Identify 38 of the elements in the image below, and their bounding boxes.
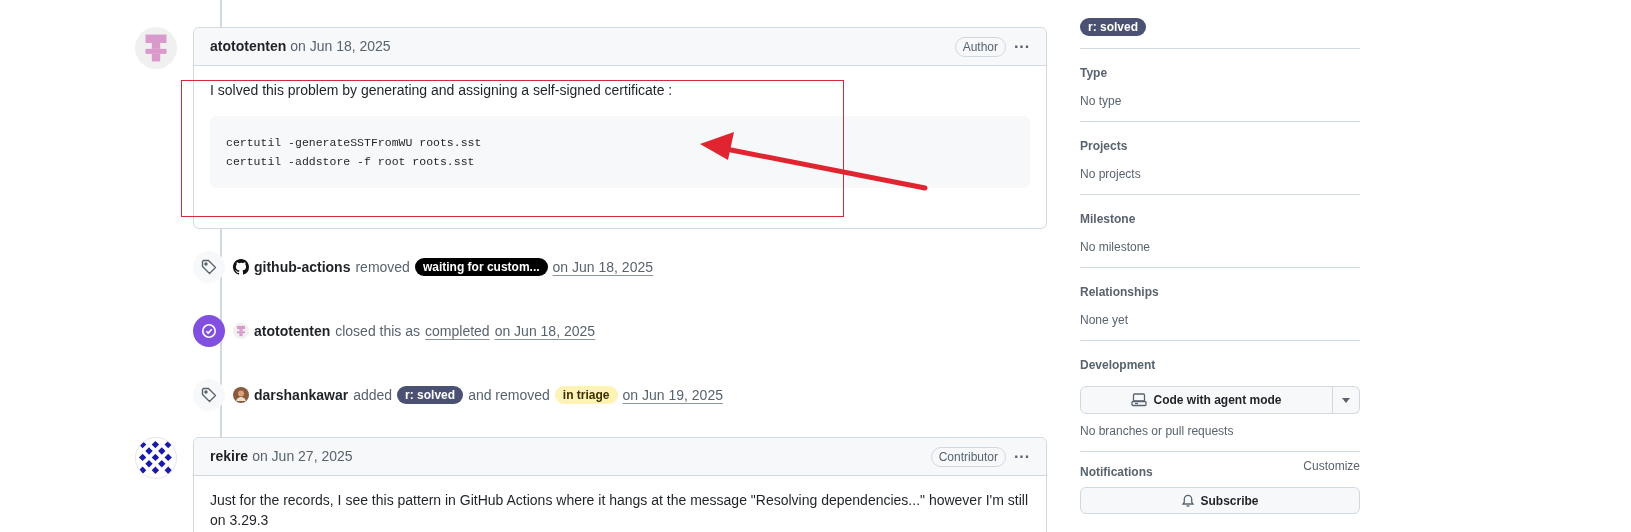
event-link[interactable]: on Jun 19, 2025 <box>622 384 723 406</box>
label-tag[interactable]: r: solved <box>1080 18 1146 36</box>
comment-text: Just for the records, I see this pattern in GitHub Actions where it hangs at the message "Resolving dependencies..." however I'm still on 3.29.3 <box>210 491 1030 530</box>
label-tag[interactable]: in triage <box>554 386 618 404</box>
comment-text: I solved this problem by generating and assigning a self-signed certificate : <box>210 81 674 100</box>
event-link[interactable]: on Jun 18, 2025 <box>552 256 653 278</box>
customize-link[interactable]: Customize <box>1303 457 1360 475</box>
more-options-button[interactable]: ··· <box>1014 38 1030 55</box>
user-name[interactable]: github-actions <box>254 256 351 278</box>
comment-date[interactable]: on Jun 18, 2025 <box>290 36 391 57</box>
event-link[interactable]: on Jun 18, 2025 <box>494 320 596 342</box>
author-name[interactable]: rekire <box>210 446 249 467</box>
label-tag[interactable]: waiting for custom... <box>414 258 548 276</box>
event-text: closed this as <box>335 321 421 341</box>
event-text: removed <box>355 257 410 277</box>
event-text: and removed <box>468 385 550 405</box>
user-name[interactable]: darshankawar <box>254 384 349 406</box>
subscribe-button[interactable]: Subscribe <box>1080 487 1360 514</box>
label-tag[interactable]: r: solved <box>397 386 464 404</box>
event-link[interactable]: completed <box>425 320 490 342</box>
section-value: No branches or pull requests <box>1080 423 1235 440</box>
section-title[interactable]: Relationships <box>1080 285 1159 299</box>
code-agent-button[interactable]: Code with agent mode <box>1080 386 1333 414</box>
section-value: No projects <box>1080 166 1142 183</box>
section-value: None yet <box>1080 312 1130 329</box>
author-name[interactable]: atototenten <box>210 36 287 57</box>
section-value: No milestone <box>1080 239 1152 256</box>
code-block: certutil -generateSSTFromWU roots.sst certutil -addstore -f root roots.sst <box>210 116 1030 188</box>
section-title[interactable]: Notifications <box>1080 463 1153 481</box>
section-value: No type <box>1080 93 1123 110</box>
comment-date[interactable]: on Jun 27, 2025 <box>252 446 353 467</box>
section-title[interactable]: Projects <box>1080 139 1128 153</box>
section-title[interactable]: Type <box>1080 66 1108 80</box>
more-options-button[interactable]: ··· <box>1014 448 1030 465</box>
section-title[interactable]: Development <box>1080 358 1156 372</box>
section-title[interactable]: Milestone <box>1080 212 1136 226</box>
event-text: added <box>353 385 393 405</box>
user-name[interactable]: atototenten <box>254 320 331 342</box>
